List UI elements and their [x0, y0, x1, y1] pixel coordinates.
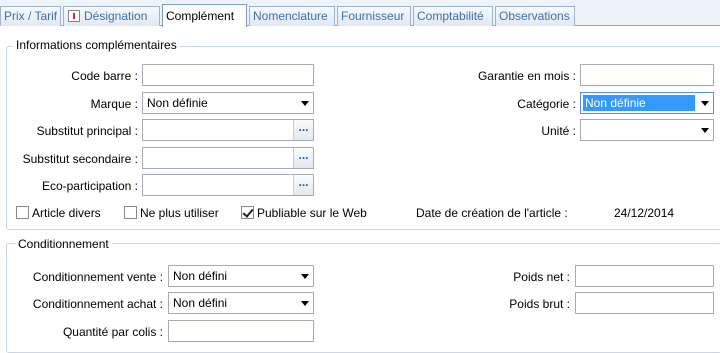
article-divers-checkbox[interactable] [16, 206, 29, 219]
substitut-principal-browse-button[interactable]: ... [293, 120, 313, 140]
tab-prix-tarif[interactable]: Prix / Tarif [0, 6, 61, 26]
code-barre-input[interactable] [142, 64, 314, 86]
substitut-secondaire-label: Substitut secondaire : [22, 152, 138, 166]
substitut-secondaire-input[interactable]: ... [142, 147, 314, 169]
chevron-down-icon [301, 301, 309, 306]
info-group-title: Informations complémentaires [13, 38, 180, 52]
code-barre-label: Code barre : [71, 69, 138, 83]
substitut-principal-input[interactable]: ... [142, 119, 314, 141]
quantite-colis-label: Quantité par colis : [62, 325, 163, 339]
categorie-value: Non définie [583, 95, 695, 111]
date-creation-label: Date de création de l'article : [416, 206, 568, 220]
unite-label: Unité : [541, 124, 576, 138]
eco-participation-browse-button[interactable]: ... [293, 175, 313, 195]
chevron-down-icon [301, 101, 309, 106]
publiable-web-checkbox[interactable] [241, 206, 254, 219]
categorie-label: Catégorie : [517, 97, 576, 111]
tab-nomenclature[interactable]: Nomenclature [249, 6, 335, 26]
poids-net-input[interactable] [575, 265, 714, 287]
tab-label: Nomenclature [253, 9, 328, 23]
cond-vente-value: Non défini [173, 269, 228, 283]
designation-icon [68, 10, 80, 22]
ne-plus-utiliser-checkbox[interactable] [124, 206, 137, 219]
poids-net-label: Poids net : [513, 270, 570, 284]
quantite-colis-input[interactable] [168, 320, 314, 342]
tab-designation[interactable]: Désignation [63, 6, 160, 26]
poids-brut-input[interactable] [575, 292, 714, 314]
tab-label: Comptabilité [417, 9, 484, 23]
ne-plus-utiliser-label: Ne plus utiliser [140, 206, 219, 220]
publiable-web-label: Publiable sur le Web [257, 206, 367, 220]
tab-label: Observations [499, 9, 570, 23]
chevron-down-icon [701, 101, 709, 106]
conditionnement-group-title: Conditionnement [15, 237, 112, 251]
tab-observations[interactable]: Observations [495, 6, 575, 26]
substitut-principal-label: Substitut principal : [36, 124, 138, 138]
tab-bar: Prix / Tarif Désignation Complément Nome… [0, 0, 720, 27]
poids-brut-label: Poids brut : [509, 297, 570, 311]
marque-label: Marque : [90, 97, 138, 111]
cond-vente-label: Conditionnement vente : [32, 270, 163, 284]
tab-label: Complément [166, 9, 235, 23]
tab-complement[interactable]: Complément [162, 4, 247, 27]
eco-participation-input[interactable]: ... [142, 174, 314, 196]
cond-achat-value: Non défini [173, 296, 228, 310]
categorie-select[interactable]: Non définie [580, 92, 714, 114]
date-creation-value: 24/12/2014 [614, 206, 675, 220]
tab-comptabilite[interactable]: Comptabilité [413, 6, 493, 26]
substitut-secondaire-browse-button[interactable]: ... [293, 148, 313, 168]
cond-achat-label: Conditionnement achat : [32, 297, 163, 311]
eco-participation-label: Eco-participation : [41, 179, 138, 193]
chevron-down-icon [301, 274, 309, 279]
tab-fournisseur[interactable]: Fournisseur [337, 6, 411, 26]
garantie-label: Garantie en mois : [477, 69, 576, 83]
marque-value: Non définie [147, 96, 208, 110]
garantie-input[interactable] [580, 64, 714, 86]
chevron-down-icon [701, 128, 709, 133]
article-divers-label: Article divers [32, 206, 101, 220]
unite-select[interactable] [580, 119, 714, 141]
cond-vente-select[interactable]: Non défini [168, 265, 314, 287]
tab-label: Prix / Tarif [4, 9, 58, 23]
cond-achat-select[interactable]: Non défini [168, 292, 314, 314]
tab-label: Fournisseur [341, 9, 405, 23]
marque-select[interactable]: Non définie [142, 92, 314, 114]
tab-label: Désignation [84, 9, 148, 23]
